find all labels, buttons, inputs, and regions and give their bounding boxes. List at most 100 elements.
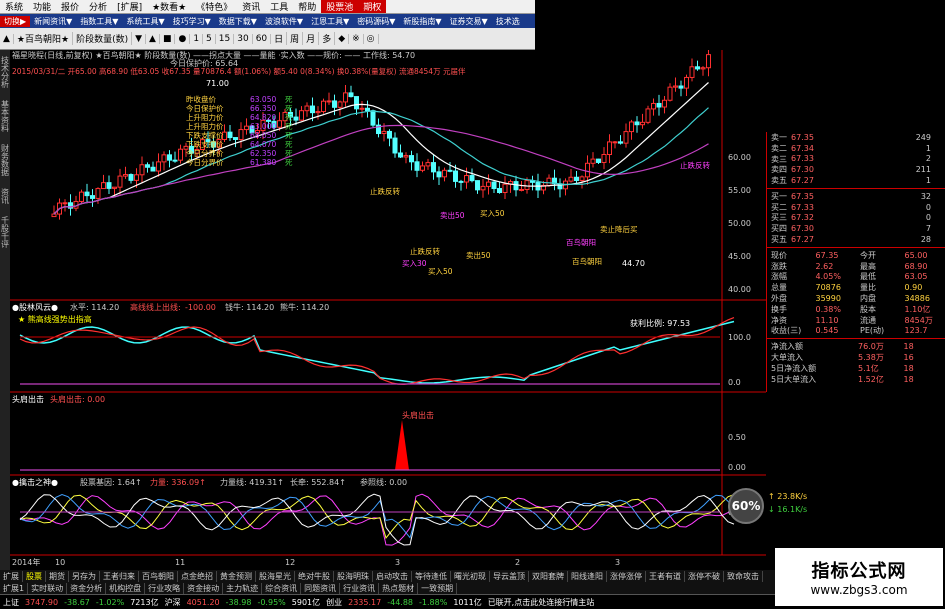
candle-body xyxy=(491,181,497,190)
formula-tab[interactable]: 双阳套牌 xyxy=(529,570,568,582)
toolbar-button[interactable]: ■ xyxy=(160,33,176,44)
formula-tab[interactable]: 股海星光 xyxy=(256,570,295,582)
info-tab[interactable]: 一致预期 xyxy=(418,582,458,594)
quote-volume: 1 xyxy=(925,143,931,153)
menu2-item[interactable]: 新股指南▼ xyxy=(399,16,445,27)
candle-body xyxy=(106,182,112,189)
formula-tab[interactable]: 等待逢低 xyxy=(412,570,451,582)
menu2-item[interactable]: 系统工具▼ xyxy=(122,16,168,27)
info-tab[interactable]: 综合资讯 xyxy=(262,582,302,594)
formula-tab[interactable]: 百鸟朝阳 xyxy=(139,570,178,582)
menu-item[interactable]: ★数看★ xyxy=(147,0,191,13)
gauge-down: 16.1K/s xyxy=(777,505,808,514)
info-tab[interactable]: 资金接动 xyxy=(184,582,224,594)
menu-item[interactable]: 资讯 xyxy=(237,0,265,13)
toolbar-button[interactable]: 60 xyxy=(253,33,272,44)
price-tick: 60.00 xyxy=(728,153,751,162)
toolbar-button[interactable]: 30 xyxy=(234,33,253,44)
info-tab[interactable]: 行业攻略 xyxy=(145,582,185,594)
toolbar-button[interactable]: 周 xyxy=(287,32,304,45)
menu-item[interactable]: 功能 xyxy=(28,0,56,13)
toolbar-button[interactable]: 多 xyxy=(319,32,336,45)
info-tab[interactable]: 主力轨迹 xyxy=(223,582,263,594)
menu2-item[interactable]: 证券交易▼ xyxy=(446,16,492,27)
toolbar-button[interactable]: 日 xyxy=(271,32,288,45)
formula-tab[interactable]: 启动攻击 xyxy=(373,570,412,582)
info-tab[interactable]: 行业资讯 xyxy=(340,582,380,594)
menu-item[interactable]: 帮助 xyxy=(293,0,321,13)
formula-tab[interactable]: 期货 xyxy=(46,570,69,582)
menu2-item[interactable]: 江恩工具▼ xyxy=(307,16,353,27)
menu-item[interactable]: 股票池 xyxy=(321,0,359,13)
candle-body xyxy=(90,195,95,199)
menu2-item[interactable]: 波浪软件▼ xyxy=(261,16,307,27)
info-tab[interactable]: 热点题材 xyxy=(379,582,419,594)
menu2-item[interactable]: 新闻资讯▼ xyxy=(30,16,76,27)
menu-item[interactable]: 报价 xyxy=(56,0,84,13)
formula-tab[interactable]: 曙光初现 xyxy=(451,570,490,582)
formula-tab[interactable]: 黄金预测 xyxy=(217,570,256,582)
formula-tab[interactable]: 股海明珠 xyxy=(334,570,373,582)
formula-tab[interactable]: 王者归来 xyxy=(100,570,139,582)
formula-tab[interactable]: 扩展 xyxy=(0,570,23,582)
side-tab[interactable]: 财务数据 xyxy=(0,144,11,176)
menu-item[interactable]: [扩展] xyxy=(112,0,147,13)
toolbar-button[interactable]: ◆ xyxy=(335,33,350,44)
candle-body xyxy=(128,174,134,181)
stat-cell: 63.05 xyxy=(904,272,928,282)
menu-item[interactable]: 工具 xyxy=(265,0,293,13)
side-tab[interactable]: 基本资料 xyxy=(0,100,11,132)
info-tab[interactable]: 实时联动 xyxy=(28,582,68,594)
side-tab[interactable]: 千股千评 xyxy=(0,216,11,248)
toolbar-button[interactable]: ◎ xyxy=(364,33,379,44)
formula-tab[interactable]: 阳线逢阳 xyxy=(568,570,607,582)
formula-tab[interactable]: 涨停涨停 xyxy=(607,570,646,582)
candle-body xyxy=(354,96,359,110)
toolbar-button[interactable]: ● xyxy=(175,33,191,44)
menu2-item[interactable]: 技术选 xyxy=(492,16,524,27)
formula-tab[interactable]: 绝对牛股 xyxy=(295,570,334,582)
toolbar-button[interactable]: 1 xyxy=(190,33,204,44)
menu2-item[interactable]: 切换▶ xyxy=(0,15,31,27)
toolbar-button[interactable]: ▲ xyxy=(0,33,14,44)
side-tab[interactable]: 资讯 xyxy=(0,188,11,204)
formula-tab[interactable]: 致命攻击 xyxy=(724,570,763,582)
menu2-item[interactable]: 指数工具▼ xyxy=(76,16,122,27)
quote-row: 买五 67.27 28 xyxy=(767,234,945,245)
formula-tab[interactable]: 另存为 xyxy=(69,570,100,582)
candle-body xyxy=(629,121,634,133)
menu-item[interactable]: 《特色》 xyxy=(191,0,237,13)
menu-item[interactable]: 分析 xyxy=(84,0,112,13)
toolbar-button[interactable]: 15 xyxy=(216,33,235,44)
candle-body xyxy=(579,176,585,181)
toolbar-button[interactable]: ★百鸟朝阳★ xyxy=(14,32,74,45)
menu-item[interactable]: 系统 xyxy=(0,0,28,13)
formula-tab[interactable]: 涨停不破 xyxy=(685,570,724,582)
toolbar-button[interactable]: ▲ xyxy=(146,33,160,44)
toolbar-button[interactable]: 阶段数量(数) xyxy=(73,32,133,45)
info-tab[interactable]: 扩展1 xyxy=(0,582,29,594)
toolbar-button[interactable]: 月 xyxy=(303,32,320,45)
formula-tab[interactable]: 王者有道 xyxy=(646,570,685,582)
divider xyxy=(767,187,945,189)
info-tab[interactable]: 资金分析 xyxy=(67,582,107,594)
formula-tab[interactable]: 导云盖顶 xyxy=(490,570,529,582)
side-tab[interactable]: 技术分析 xyxy=(0,56,11,88)
menu2-item[interactable]: 密码源码▼ xyxy=(353,16,399,27)
toolbar-button[interactable]: ▼ xyxy=(132,33,147,44)
status-item: 已联开,点击此处连接行情主站 xyxy=(487,597,595,607)
panel3-title: 头肩出击 xyxy=(12,394,44,404)
level-value: 66.350 xyxy=(250,104,276,113)
info-tab[interactable]: 机构控盘 xyxy=(106,582,146,594)
formula-tab[interactable]: 股票 xyxy=(23,570,46,582)
candle-body xyxy=(612,141,618,144)
toolbar-button[interactable]: ※ xyxy=(349,33,364,44)
time-tick: 12 xyxy=(285,558,295,567)
menu2-item[interactable]: 数据下载▼ xyxy=(215,16,261,27)
info-tab[interactable]: 同题资讯 xyxy=(301,582,341,594)
quote-price: 67.34 xyxy=(791,143,814,153)
formula-tab[interactable]: 点金绝招 xyxy=(178,570,217,582)
toolbar-button[interactable]: 5 xyxy=(203,33,216,44)
menu2-item[interactable]: 技巧学习▼ xyxy=(169,16,215,27)
menu-item[interactable]: 期权 xyxy=(358,0,387,13)
